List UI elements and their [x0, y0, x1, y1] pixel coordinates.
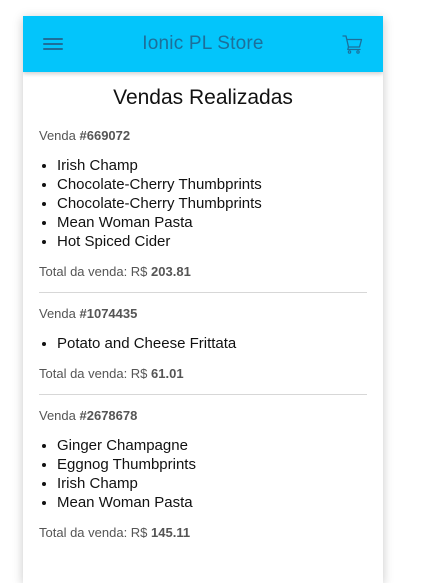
- page-content: Vendas Realizadas Venda #669072 Irish Ch…: [23, 72, 383, 553]
- sale-item: Ginger Champagne: [57, 436, 367, 455]
- sale-id: Venda #1074435: [39, 306, 367, 321]
- sale-id-label: Venda: [39, 408, 80, 423]
- sale-total-value: 203.81: [151, 264, 191, 279]
- sale-id-value: #1074435: [79, 306, 138, 321]
- sale-total: Total da venda: R$ 61.01: [39, 366, 367, 381]
- app-window: Ionic PL Store Vendas Realizadas Venda #…: [23, 16, 383, 583]
- sale-total-label: Total da venda: R$: [39, 264, 152, 279]
- sale-card: Venda #669072 Irish Champ Chocolate-Cher…: [39, 128, 367, 293]
- sale-id-label: Venda: [39, 306, 80, 321]
- menu-button[interactable]: [23, 16, 83, 72]
- sale-total-value: 61.01: [151, 366, 184, 381]
- sale-total-label: Total da venda: R$: [39, 525, 152, 540]
- sale-items-list: Ginger Champagne Eggnog Thumbprints Iris…: [39, 436, 367, 512]
- sale-items-list: Irish Champ Chocolate-Cherry Thumbprints…: [39, 156, 367, 251]
- toolbar-title: Ionic PL Store: [142, 33, 264, 54]
- sale-total-label: Total da venda: R$: [39, 366, 152, 381]
- sale-items-list: Potato and Cheese Frittata: [39, 334, 367, 353]
- sale-item: Chocolate-Cherry Thumbprints: [57, 194, 367, 213]
- sale-total: Total da venda: R$ 145.11: [39, 525, 367, 540]
- sale-item: Potato and Cheese Frittata: [57, 334, 367, 353]
- sale-card: Venda #2678678 Ginger Champagne Eggnog T…: [39, 408, 367, 553]
- sale-item: Mean Woman Pasta: [57, 213, 367, 232]
- sale-item: Mean Woman Pasta: [57, 493, 367, 512]
- toolbar: Ionic PL Store: [23, 16, 383, 72]
- sale-total: Total da venda: R$ 203.81: [39, 264, 367, 279]
- cart-icon: [342, 35, 363, 54]
- cart-button[interactable]: [323, 16, 383, 72]
- menu-icon: [43, 38, 63, 50]
- sale-total-value: 145.11: [151, 525, 191, 540]
- sale-card: Venda #1074435 Potato and Cheese Frittat…: [39, 306, 367, 395]
- sale-item: Chocolate-Cherry Thumbprints: [57, 175, 367, 194]
- sale-id-value: #669072: [79, 128, 131, 143]
- sale-id: Venda #2678678: [39, 408, 367, 423]
- sale-id-value: #2678678: [79, 408, 138, 423]
- sale-item: Eggnog Thumbprints: [57, 455, 367, 474]
- page-title: Vendas Realizadas: [113, 86, 293, 109]
- sale-item: Irish Champ: [57, 156, 367, 175]
- sale-id: Venda #669072: [39, 128, 367, 143]
- sale-item: Irish Champ: [57, 474, 367, 493]
- sale-item: Hot Spiced Cider: [57, 232, 367, 251]
- sale-id-label: Venda: [39, 128, 80, 143]
